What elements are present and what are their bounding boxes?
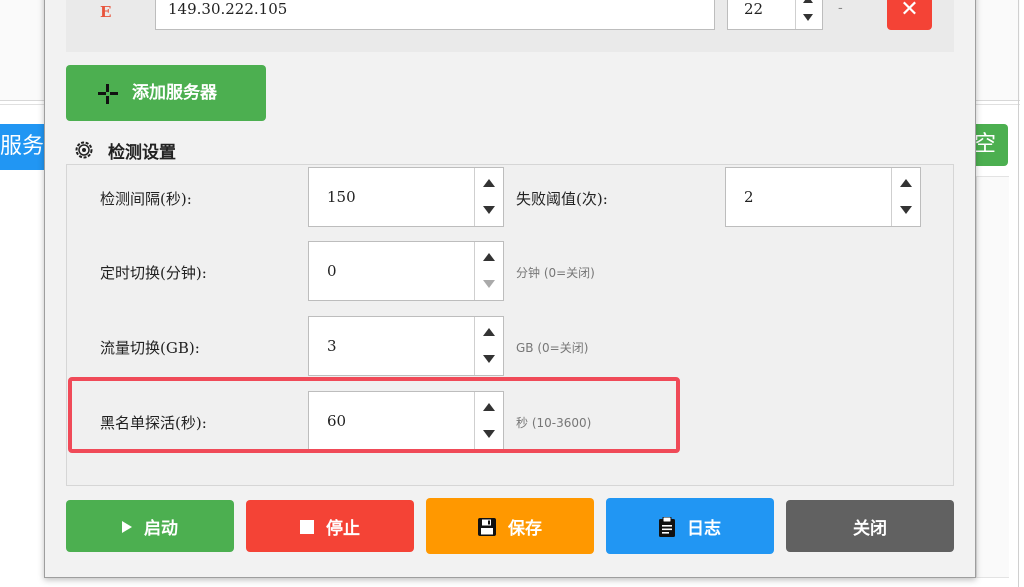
section-title-text: 检测设置 [108, 143, 176, 163]
arrow-up-icon[interactable] [483, 328, 495, 336]
log-button[interactable]: 日志 [606, 498, 774, 554]
timed-switch-hint: 分钟 (0=关闭) [516, 266, 595, 280]
save-button-label: 保存 [508, 519, 542, 539]
arrow-down-icon[interactable] [483, 280, 495, 288]
interval-label: 检测间隔(秒): [100, 190, 192, 208]
background-list-panel [976, 176, 1009, 578]
stop-button-label: 停止 [326, 519, 360, 539]
highlight-box [68, 377, 680, 453]
arrow-down-icon[interactable] [483, 355, 495, 363]
separator-text: - [838, 0, 843, 16]
server-port-arrows[interactable] [795, 0, 822, 29]
arrow-up-icon[interactable] [803, 0, 813, 3]
close-button[interactable]: 关闭 [786, 500, 954, 552]
fail-threshold-arrows[interactable] [891, 168, 920, 226]
timed-switch-arrows[interactable] [474, 242, 503, 300]
traffic-switch-label: 流量切换(GB): [100, 339, 200, 357]
log-button-label: 日志 [687, 519, 721, 539]
fail-threshold-label: 失败阈值(次): [516, 190, 608, 208]
arrow-down-icon[interactable] [483, 206, 495, 214]
arrow-up-icon[interactable] [900, 179, 912, 187]
traffic-switch-stepper[interactable]: 3 [308, 316, 504, 376]
timed-switch-label: 定时切换(分钟): [100, 264, 207, 282]
add-server-button[interactable]: 添加服务器 [66, 65, 266, 121]
background-server-button[interactable]: 服务器 [0, 124, 44, 170]
gear-icon [75, 141, 93, 159]
play-icon [122, 520, 132, 533]
server-port-value: 22 [744, 0, 764, 18]
traffic-switch-arrows[interactable] [474, 317, 503, 375]
server-label: E [100, 3, 112, 21]
start-button[interactable]: 启动 [66, 500, 234, 552]
clipboard-icon [659, 516, 675, 537]
fail-threshold-value: 2 [744, 188, 754, 206]
interval-value: 150 [327, 188, 356, 206]
add-server-label: 添加服务器 [132, 83, 217, 103]
background-border [1018, 0, 1019, 587]
arrow-up-icon[interactable] [483, 253, 495, 261]
server-ip-input[interactable]: 149.30.222.105 [155, 0, 715, 30]
interval-stepper[interactable]: 150 [308, 167, 504, 227]
arrow-down-icon[interactable] [803, 14, 813, 21]
arrow-up-icon[interactable] [483, 179, 495, 187]
background-server-button-label: 服务器 [0, 134, 44, 159]
save-button[interactable]: 保存 [426, 498, 594, 554]
fail-threshold-stepper[interactable]: 2 [725, 167, 921, 227]
stop-button[interactable]: 停止 [246, 500, 414, 552]
interval-arrows[interactable] [474, 168, 503, 226]
start-button-label: 启动 [144, 519, 178, 539]
timed-switch-value: 0 [327, 262, 337, 280]
delete-server-button[interactable]: ✕ [887, 0, 932, 30]
timed-switch-stepper[interactable]: 0 [308, 241, 504, 301]
arrow-down-icon[interactable] [900, 206, 912, 214]
background-clear-button-label: 空 [974, 132, 997, 157]
plus-icon [98, 84, 118, 104]
stop-icon [300, 519, 314, 534]
server-port-stepper[interactable]: 22 [727, 0, 823, 30]
traffic-switch-hint: GB (0=关闭) [516, 341, 589, 355]
traffic-switch-value: 3 [327, 337, 337, 355]
close-button-label: 关闭 [853, 519, 887, 539]
floppy-disk-icon [478, 517, 496, 536]
